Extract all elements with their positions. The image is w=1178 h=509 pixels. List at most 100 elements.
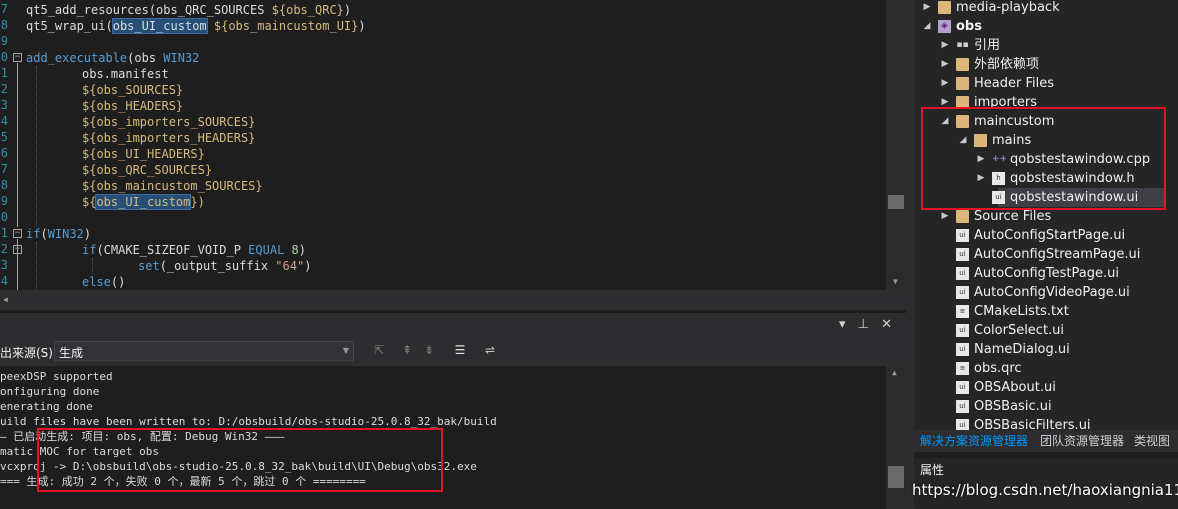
- code-token: ${obs_importers_HEADERS}: [82, 131, 256, 145]
- tree-node[interactable]: ui OBSAbout.ui: [940, 378, 1178, 397]
- code-line[interactable]: ${obs_maincustom_SOURCES}: [82, 178, 263, 194]
- fold-toggle-icon[interactable]: −: [13, 53, 22, 62]
- tree-node[interactable]: ▶ Header Files: [940, 74, 1178, 93]
- tree-node[interactable]: ui AutoConfigTestPage.ui: [940, 264, 1178, 283]
- tree-node-label: OBSAbout.ui: [974, 380, 1056, 395]
- tree-node-label: 引用: [974, 38, 1001, 53]
- tree-node-label: ColorSelect.ui: [974, 323, 1065, 338]
- code-line[interactable]: ${obs_UI_HEADERS}: [82, 146, 205, 162]
- code-token: ): [304, 259, 312, 273]
- tree-node-label: media-playback: [956, 0, 1060, 15]
- tree-node[interactable]: ▶ ▪▪ 引用: [940, 36, 1178, 55]
- tree-node-label: AutoConfigStartPage.ui: [974, 228, 1126, 243]
- output-panel-controls: ▾ ⊥ ✕: [831, 317, 892, 332]
- code-token: ): [358, 19, 366, 33]
- scroll-left-arrow-icon[interactable]: ◀: [3, 295, 8, 304]
- code-editor[interactable]: 7 8 9 0 1 2 3 4 5 6 7 8 9 0 1 2 3 4− − − qt5_add_resources(…: [0, 0, 906, 290]
- ui-file-icon: ui: [956, 286, 969, 299]
- tree-highlight-box: [921, 107, 1166, 210]
- ui-file-icon: ui: [956, 381, 969, 394]
- code-line[interactable]: if(WIN32): [26, 226, 91, 242]
- expand-arrow-icon[interactable]: ▶: [922, 0, 932, 17]
- tree-node-label: obs: [956, 19, 982, 34]
- code-token: (: [40, 227, 48, 241]
- properties-title: 属性: [920, 463, 945, 477]
- tree-node-label: AutoConfigTestPage.ui: [974, 266, 1119, 281]
- tree-node[interactable]: ≡ CMakeLists.txt: [940, 302, 1178, 321]
- tree-node[interactable]: ui OBSBasicFilters.ui: [940, 416, 1178, 430]
- expand-arrow-icon[interactable]: ▶: [940, 55, 950, 74]
- tree-node[interactable]: ui AutoConfigStreamPage.ui: [940, 245, 1178, 264]
- solution-explorer-tabs: 解决方案资源管理器 团队资源管理器 类视图: [914, 430, 1178, 452]
- code-token: obs.manifest: [82, 67, 169, 81]
- fold-toggle-icon[interactable]: −: [13, 229, 22, 238]
- scroll-up-arrow-icon[interactable]: ▲: [892, 368, 897, 377]
- editor-scroll-thumb[interactable]: [888, 195, 904, 209]
- editor-horizontal-scrollbar[interactable]: ◀: [0, 290, 906, 310]
- tree-node[interactable]: ui AutoConfigStartPage.ui: [940, 226, 1178, 245]
- expand-arrow-icon[interactable]: ▶: [940, 36, 950, 55]
- ui-file-icon: ui: [956, 324, 969, 337]
- tree-node[interactable]: ui OBSBasic.ui: [940, 397, 1178, 416]
- code-line[interactable]: qt5_add_resources(obs_QRC_SOURCES ${obs_…: [26, 2, 351, 18]
- scroll-down-arrow-icon[interactable]: ▼: [893, 277, 898, 286]
- collapse-arrow-icon[interactable]: ◢: [922, 17, 932, 36]
- previous-message-icon[interactable]: ⇞: [398, 341, 416, 359]
- code-token: ${obs_maincustom_UI}: [213, 19, 359, 33]
- line-number: 9: [0, 34, 8, 48]
- code-line[interactable]: qt5_wrap_ui(obs_UI_custom ${obs_maincust…: [26, 18, 366, 34]
- fold-guide: [17, 255, 18, 259]
- code-token: obs_UI_custom: [95, 194, 192, 210]
- code-token: obs_UI_custom: [111, 18, 208, 34]
- line-number: 4: [0, 274, 8, 288]
- tree-node-label: obs.qrc: [974, 361, 1022, 376]
- panel-splitter[interactable]: [906, 0, 914, 509]
- tree-node[interactable]: ▶ media-playback: [922, 0, 1162, 17]
- editor-vertical-scrollbar[interactable]: [886, 0, 906, 290]
- line-number: 1: [0, 66, 8, 80]
- tree-node[interactable]: ui AutoConfigVideoPage.ui: [940, 283, 1178, 302]
- code-token: WIN32: [47, 227, 84, 241]
- output-scroll-thumb[interactable]: [888, 466, 904, 488]
- fold-toggle-icon[interactable]: −: [13, 245, 22, 254]
- next-message-icon[interactable]: ⇟: [420, 341, 438, 359]
- tree-node[interactable]: ui ColorSelect.ui: [940, 321, 1178, 340]
- code-line[interactable]: ${obs_importers_SOURCES}: [82, 114, 255, 130]
- code-line[interactable]: add_executable(obs WIN32: [26, 50, 199, 66]
- line-number: 2: [0, 82, 8, 96]
- output-highlight-box: [37, 428, 443, 492]
- code-line[interactable]: else(): [82, 274, 125, 290]
- code-line[interactable]: if(CMAKE_SIZEOF_VOID_P EQUAL 8): [82, 242, 306, 258]
- tree-node[interactable]: ▶ 外部依赖项: [940, 55, 1178, 74]
- clear-all-icon[interactable]: ☰: [451, 341, 469, 359]
- code-line[interactable]: ${obs_QRC_SOURCES}: [82, 162, 212, 178]
- line-number: 8: [0, 18, 8, 32]
- word-wrap-icon[interactable]: ⇌: [481, 341, 499, 359]
- tree-node[interactable]: ◢ ◈ obs: [922, 17, 1162, 36]
- tree-node-label: 外部依赖项: [974, 57, 1040, 72]
- close-icon[interactable]: ✕: [881, 317, 892, 332]
- code-line[interactable]: ${obs_UI_custom}): [82, 194, 205, 210]
- folder-icon: [956, 77, 969, 90]
- code-line[interactable]: obs.manifest: [82, 66, 169, 82]
- code-token: (): [110, 275, 126, 289]
- line-number: 3: [0, 258, 8, 272]
- code-line[interactable]: ${obs_HEADERS}: [82, 98, 183, 114]
- output-vertical-scrollbar[interactable]: ▲: [886, 366, 906, 509]
- tree-node[interactable]: ≡ obs.qrc: [940, 359, 1178, 378]
- panel-menu-icon[interactable]: ▾: [839, 317, 846, 332]
- tab-class-view[interactable]: 类视图: [1134, 432, 1170, 449]
- pin-icon[interactable]: ⊥: [858, 317, 869, 332]
- goto-location-icon[interactable]: ⇱: [370, 341, 388, 359]
- code-line[interactable]: ${obs_importers_HEADERS}: [82, 130, 255, 146]
- output-line: enerating done: [0, 400, 93, 413]
- code-line[interactable]: set(_output_suffix "64"): [138, 258, 311, 274]
- tree-node[interactable]: ui NameDialog.ui: [940, 340, 1178, 359]
- code-line[interactable]: ${obs_SOURCES}: [82, 82, 183, 98]
- solution-explorer-tree[interactable]: ▶ media-playback ◢ ◈ obs ▶ ▪▪ 引用 ▶ 外部依赖项 ▶ Header F…: [914, 0, 1178, 430]
- tab-team-explorer[interactable]: 团队资源管理器: [1040, 432, 1124, 449]
- tab-solution-explorer[interactable]: 解决方案资源管理器: [920, 432, 1028, 449]
- expand-arrow-icon[interactable]: ▶: [940, 74, 950, 93]
- code-token: (: [105, 19, 113, 33]
- output-source-select[interactable]: 生成 ▼: [54, 341, 354, 361]
